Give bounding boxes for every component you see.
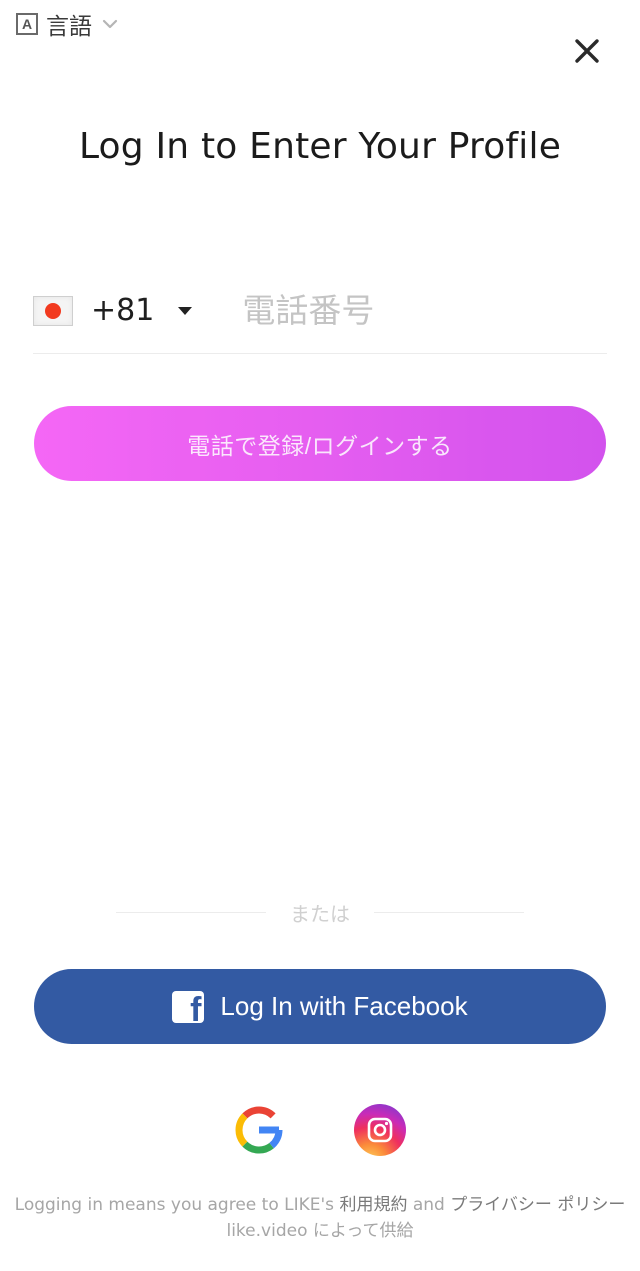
facebook-icon: f bbox=[172, 990, 205, 1023]
page-title: Log In to Enter Your Profile bbox=[78, 126, 562, 167]
divider-line-right bbox=[374, 911, 524, 913]
legal-and: and bbox=[407, 1195, 451, 1215]
google-icon bbox=[235, 1106, 283, 1154]
legal-line-2: like.video によって供給 bbox=[226, 1221, 414, 1241]
chevron-down-icon bbox=[102, 19, 118, 29]
legal-footer: Logging in means you agree to LIKE's 利用規… bbox=[0, 1192, 640, 1244]
divider-line-left bbox=[116, 911, 266, 913]
phone-number-input[interactable] bbox=[242, 285, 640, 336]
japan-flag-icon bbox=[33, 295, 73, 326]
phone-login-button-label: 電話で登録/ログインする bbox=[187, 432, 453, 459]
google-login-button[interactable] bbox=[233, 1104, 285, 1156]
language-icon: A bbox=[16, 13, 38, 35]
instagram-login-button[interactable] bbox=[354, 1104, 406, 1156]
phone-number-row: +81 bbox=[33, 268, 640, 354]
instagram-icon bbox=[367, 1117, 393, 1143]
social-login-row bbox=[0, 1104, 640, 1156]
language-selector[interactable]: A 言語 bbox=[16, 10, 120, 40]
terms-link[interactable]: 利用規約 bbox=[339, 1195, 407, 1215]
legal-prefix: Logging in means you agree to LIKE's bbox=[14, 1195, 340, 1215]
privacy-policy-link[interactable]: プライバシー ポリシー bbox=[450, 1195, 625, 1215]
or-divider: または bbox=[116, 898, 524, 926]
login-screen: A 言語 Log In to Enter Your Profile +81 電話… bbox=[0, 0, 640, 1271]
legal-line-1: Logging in means you agree to LIKE's 利用規… bbox=[0, 1192, 640, 1218]
divider-label: または bbox=[290, 901, 350, 926]
facebook-login-button-label: Log In with Facebook bbox=[220, 991, 468, 1021]
facebook-login-button[interactable]: f Log In with Facebook bbox=[34, 969, 606, 1044]
country-code: +81 bbox=[91, 293, 155, 328]
close-button[interactable] bbox=[568, 32, 606, 70]
country-code-selector[interactable]: +81 bbox=[33, 281, 193, 341]
caret-down-icon bbox=[178, 306, 193, 315]
close-icon bbox=[575, 39, 599, 63]
phone-login-button[interactable]: 電話で登録/ログインする bbox=[34, 406, 606, 481]
flag-circle bbox=[45, 302, 61, 319]
language-label: 言語 bbox=[46, 14, 92, 40]
